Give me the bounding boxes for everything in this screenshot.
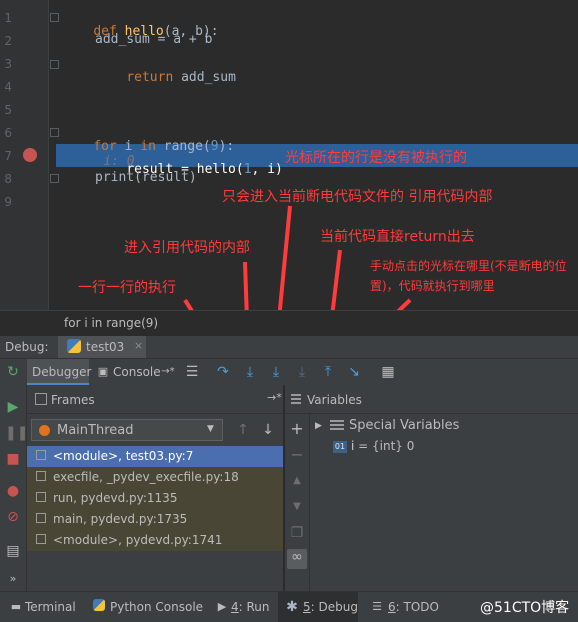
- frames-panel: Frames →* MainThread ▼ ↑ ↓ <module>, tes…: [27, 385, 283, 591]
- frame-row[interactable]: <module>, pydevd.py:1741: [27, 530, 283, 551]
- python-icon: [67, 339, 81, 353]
- thread-select[interactable]: MainThread ▼: [31, 419, 223, 441]
- step-over-icon[interactable]: ↷: [215, 364, 231, 380]
- stop-icon[interactable]: ■: [5, 451, 21, 467]
- tab-debugger[interactable]: Debugger: [27, 359, 92, 385]
- variables-title: Variables: [307, 393, 362, 407]
- debug-tab: 5: Debug: [303, 600, 358, 614]
- run-tab[interactable]: 4: Run: [231, 600, 270, 614]
- int-type-icon: 01: [333, 441, 347, 453]
- frame-row-selected[interactable]: <module>, test03.py:7: [27, 446, 283, 467]
- terminal-icon: ▬: [10, 600, 22, 613]
- python-console-tab[interactable]: Python Console: [110, 600, 203, 614]
- move-down-icon: ▼: [293, 501, 301, 512]
- special-variables-icon: [330, 420, 344, 432]
- todo-tab[interactable]: 6: TODO: [388, 600, 439, 614]
- tool-window-bar: ▬ Terminal Python Console ▶ 4: Run ✱ 5: …: [0, 591, 578, 622]
- terminal-tab[interactable]: Terminal: [25, 600, 76, 614]
- run-to-cursor-icon[interactable]: ↘: [346, 364, 362, 380]
- step-into-icon[interactable]: ⤓: [242, 364, 258, 380]
- session-tab-label: test03: [86, 340, 125, 354]
- view-breakpoints-icon[interactable]: ●: [5, 483, 21, 499]
- variables-header: Variables: [285, 385, 578, 414]
- run-tab-number: 4: [231, 600, 239, 614]
- debug-tool-window-header: Debug: test03 ×: [0, 336, 578, 359]
- annotation-arrows: [183, 205, 412, 336]
- debug-tab-label: : Debug: [310, 600, 358, 614]
- frames-header: Frames →*: [27, 385, 283, 414]
- frame-row[interactable]: execfile, _pydev_execfile.py:18: [27, 467, 283, 488]
- frame-label: main, pydevd.py:1735: [53, 512, 188, 526]
- variables-icon: [291, 394, 301, 404]
- frame-icon: [36, 450, 46, 460]
- breadcrumb-text: for i in range(9): [64, 316, 159, 330]
- debug-tab-active[interactable]: ✱ 5: Debug: [278, 592, 358, 622]
- run-tab-label: : Run: [238, 600, 270, 614]
- mute-breakpoints-icon[interactable]: ⊘: [5, 509, 21, 525]
- close-icon[interactable]: ×: [134, 339, 143, 352]
- more-icon[interactable]: »: [5, 571, 21, 587]
- todo-tab-label: : TODO: [395, 600, 439, 614]
- expand-arrow-icon[interactable]: ▶: [315, 421, 322, 431]
- next-frame-icon[interactable]: ↓: [260, 422, 276, 438]
- restore-icon[interactable]: →*: [267, 391, 282, 404]
- force-step-into-icon: ⤓: [298, 364, 306, 380]
- copy-icon: ❐: [290, 525, 304, 541]
- frame-row[interactable]: run, pydevd.py:1135: [27, 488, 283, 509]
- pin-icon[interactable]: →*: [160, 364, 176, 380]
- frame-row[interactable]: main, pydevd.py:1735: [27, 509, 283, 530]
- code-editor[interactable]: 1 2 3 4 5 6 7 8 9 def hello(a, b): add_s…: [0, 0, 578, 337]
- frame-icon: [36, 471, 46, 481]
- debug-left-toolbar: ▶ ❚❚ ■ ● ⊘ ▤ »: [0, 385, 29, 591]
- rerun-icon[interactable]: ↻: [5, 364, 21, 380]
- variable-value: = {int} 0: [354, 439, 415, 453]
- run-icon: ▶: [217, 600, 227, 613]
- frame-label: execfile, _pydev_execfile.py:18: [53, 470, 239, 484]
- tab-debugger-label: Debugger: [32, 365, 92, 379]
- variables-toolbar: + − ▲ ▼ ❐ ∞: [285, 413, 310, 591]
- tab-console[interactable]: Console: [113, 365, 161, 379]
- variable-row[interactable]: i = {int} 0: [351, 439, 414, 453]
- chevron-down-icon: ▼: [207, 424, 214, 434]
- frame-icon: [36, 534, 46, 544]
- frame-label: <module>, pydevd.py:1741: [53, 533, 223, 547]
- debug-tab-number: 5: [303, 600, 311, 614]
- debug-bug-icon: ✱: [286, 599, 298, 615]
- frame-icon: [36, 492, 46, 502]
- todo-icon: ☰: [372, 600, 382, 613]
- frame-label: run, pydevd.py:1135: [53, 491, 178, 505]
- remove-watch-icon: −: [290, 445, 304, 464]
- console-icon: ▣: [97, 365, 109, 378]
- layout-icon[interactable]: ▤: [5, 543, 21, 559]
- watermark: @51CTO博客: [480, 600, 570, 616]
- resume-icon[interactable]: ▶: [5, 399, 21, 415]
- watches-toggle-icon[interactable]: ∞: [287, 549, 307, 569]
- show-execution-point-icon[interactable]: ☰: [184, 364, 200, 380]
- thread-name: MainThread: [57, 423, 134, 438]
- move-up-icon: ▲: [293, 475, 301, 486]
- frames-title: Frames: [51, 393, 95, 407]
- previous-frame-icon: ↑: [237, 422, 249, 438]
- frame-icon: [36, 513, 46, 523]
- debug-label: Debug:: [5, 340, 49, 354]
- pause-icon: ❚❚: [5, 425, 29, 441]
- add-watch-icon[interactable]: +: [289, 421, 305, 437]
- python-console-icon: [93, 599, 105, 611]
- step-into-my-code-icon[interactable]: ⤓: [268, 364, 284, 380]
- todo-tab-number: 6: [388, 600, 396, 614]
- step-out-icon[interactable]: ⤒: [320, 364, 336, 380]
- frames-icon: [35, 393, 47, 405]
- frame-label: <module>, test03.py:7: [53, 449, 194, 463]
- debug-toolbar: ↻ Debugger ▣ Console →* ☰ ↷ ⤓ ⤓ ⤓ ⤒ ↘ ▦: [0, 359, 578, 386]
- thread-icon: [39, 425, 50, 436]
- debug-session-tab[interactable]: test03 ×: [58, 336, 146, 358]
- variables-panel: Variables + − ▲ ▼ ❐ ∞ ▶ Special Variable…: [284, 385, 578, 591]
- breadcrumb[interactable]: for i in range(9): [0, 310, 578, 337]
- evaluate-expression-icon[interactable]: ▦: [380, 364, 396, 380]
- special-variables-label[interactable]: Special Variables: [349, 418, 459, 433]
